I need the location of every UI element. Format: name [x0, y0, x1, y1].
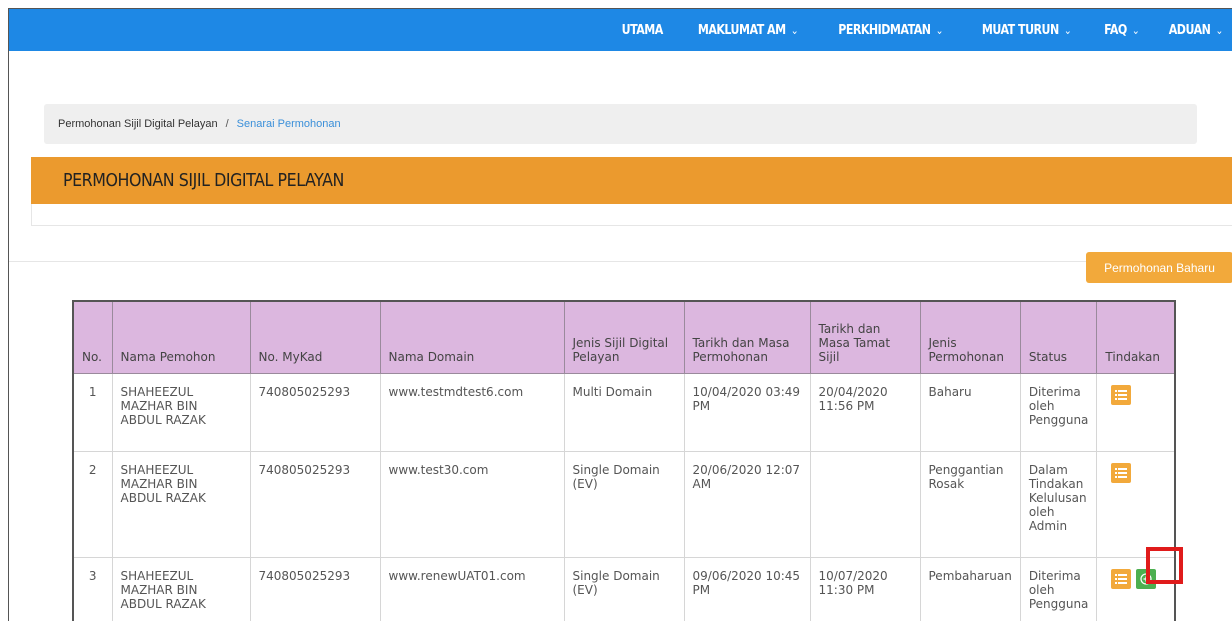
- cell-tindakan: [1096, 450, 1176, 558]
- table-row: 1 SHAHEEZUL MAZHAR BIN ABDUL RAZAK 74080…: [72, 372, 1176, 452]
- cell-nama: SHAHEEZUL MAZHAR BIN ABDUL RAZAK: [111, 450, 251, 558]
- col-jenis-permohonan: Jenis Permohonan: [919, 300, 1021, 374]
- col-tarikh-tamat: Tarikh dan Masa Tamat Sijil: [809, 300, 921, 374]
- cell-jenis-mohon: Pembaharuan: [919, 556, 1021, 621]
- view-details-button[interactable]: [1111, 384, 1132, 405]
- breadcrumb-separator: /: [225, 118, 229, 130]
- col-nama-pemohon: Nama Pemohon: [111, 300, 251, 374]
- breadcrumb-parent[interactable]: Permohonan Sijil Digital Pelayan: [58, 118, 218, 130]
- chevron-down-icon: ⌄: [1131, 23, 1140, 37]
- cell-mykad: 740805025293: [249, 450, 381, 558]
- nav-perkhidmatan[interactable]: PERKHIDMATAN ⌄: [838, 23, 943, 38]
- chevron-down-icon: ⌄: [1063, 23, 1072, 37]
- cell-jenis-mohon: Penggantian Rosak: [919, 450, 1021, 558]
- top-nav: UTAMA MAKLUMAT AM ⌄ PERKHIDMATAN ⌄ MUAT TU…: [9, 9, 1232, 51]
- cell-tindakan: [1096, 372, 1176, 452]
- cell-no: 1: [72, 372, 113, 452]
- nav-maklumat-am[interactable]: MAKLUMAT AM ⌄: [698, 23, 799, 38]
- page-title: PERMOHONAN SIJIL DIGITAL PELAYAN: [63, 170, 344, 191]
- row-actions: [1105, 384, 1166, 405]
- chevron-down-icon: ⌄: [1215, 23, 1224, 37]
- section-header: PERMOHONAN SIJIL DIGITAL PELAYAN: [31, 157, 1232, 204]
- list-icon: [1115, 467, 1128, 478]
- applications-table: No. Nama Pemohon No. MyKad Nama Domain J…: [72, 300, 1176, 621]
- cell-nama: SHAHEEZUL MAZHAR BIN ABDUL RAZAK: [111, 556, 251, 621]
- col-tarikh-permohonan: Tarikh dan Masa Permohonan: [683, 300, 811, 374]
- view-details-button[interactable]: [1111, 462, 1132, 483]
- table-row: 2 SHAHEEZUL MAZHAR BIN ABDUL RAZAK 74080…: [72, 450, 1176, 558]
- col-mykad: No. MyKad: [249, 300, 381, 374]
- cell-status: Diterima oleh Pengguna: [1019, 556, 1098, 621]
- cell-no: 2: [72, 450, 113, 558]
- cell-domain: www.testmdtest6.com: [379, 372, 565, 452]
- cell-tarikh-mohon: 09/06/2020 10:45 PM: [683, 556, 811, 621]
- cell-nama: SHAHEEZUL MAZHAR BIN ABDUL RAZAK: [111, 372, 251, 452]
- nav-muat-turun[interactable]: MUAT TURUN ⌄: [982, 23, 1072, 38]
- nav-aduan[interactable]: ADUAN ⌄: [1169, 23, 1224, 38]
- col-jenis-sijil: Jenis Sijil Digital Pelayan: [563, 300, 685, 374]
- cell-tarikh-mohon: 10/04/2020 03:49 PM: [683, 372, 811, 452]
- col-nama-domain: Nama Domain: [379, 300, 565, 374]
- cell-tarikh-tamat: 20/04/2020 11:56 PM: [809, 372, 921, 452]
- cell-tarikh-tamat: 10/07/2020 11:30 PM: [809, 556, 921, 621]
- nav-faq[interactable]: FAQ ⌄: [1104, 23, 1140, 38]
- cell-domain: www.test30.com: [379, 450, 565, 558]
- cell-no: 3: [72, 556, 113, 621]
- list-icon: [1115, 389, 1128, 400]
- highlight-box: [1146, 547, 1183, 584]
- breadcrumb-current[interactable]: Senarai Permohonan: [237, 118, 341, 130]
- col-tindakan: Tindakan: [1096, 300, 1176, 374]
- cell-jenis: Single Domain (EV): [563, 556, 685, 621]
- cell-mykad: 740805025293: [249, 556, 381, 621]
- col-status: Status: [1019, 300, 1098, 374]
- cell-status: Dalam Tindakan Kelulusan oleh Admin: [1019, 450, 1098, 558]
- cell-jenis-mohon: Baharu: [919, 372, 1021, 452]
- cell-tarikh-mohon: 20/06/2020 12:07 AM: [683, 450, 811, 558]
- cell-jenis: Single Domain (EV): [563, 450, 685, 558]
- breadcrumb: Permohonan Sijil Digital Pelayan / Senar…: [44, 104, 1197, 144]
- cell-tarikh-tamat: [809, 450, 921, 558]
- cell-status: Diterima oleh Pengguna: [1019, 372, 1098, 452]
- cell-jenis: Multi Domain: [563, 372, 685, 452]
- chevron-down-icon: ⌄: [935, 23, 943, 37]
- table-row: 3 SHAHEEZUL MAZHAR BIN ABDUL RAZAK 74080…: [72, 556, 1176, 621]
- cell-domain: www.renewUAT01.com: [379, 556, 565, 621]
- list-icon: [1115, 573, 1128, 584]
- nav-utama[interactable]: UTAMA: [622, 23, 664, 38]
- col-no: No.: [72, 300, 113, 374]
- header-subpanel: [31, 204, 1232, 226]
- view-details-button[interactable]: [1111, 568, 1132, 589]
- new-application-button[interactable]: Permohonan Baharu: [1086, 252, 1232, 283]
- chevron-down-icon: ⌄: [790, 23, 799, 37]
- table-header-row: No. Nama Pemohon No. MyKad Nama Domain J…: [72, 300, 1176, 374]
- cell-mykad: 740805025293: [249, 372, 381, 452]
- row-actions: [1105, 462, 1166, 483]
- page-frame: UTAMA MAKLUMAT AM ⌄ PERKHIDMATAN ⌄ MUAT TU…: [8, 8, 1232, 621]
